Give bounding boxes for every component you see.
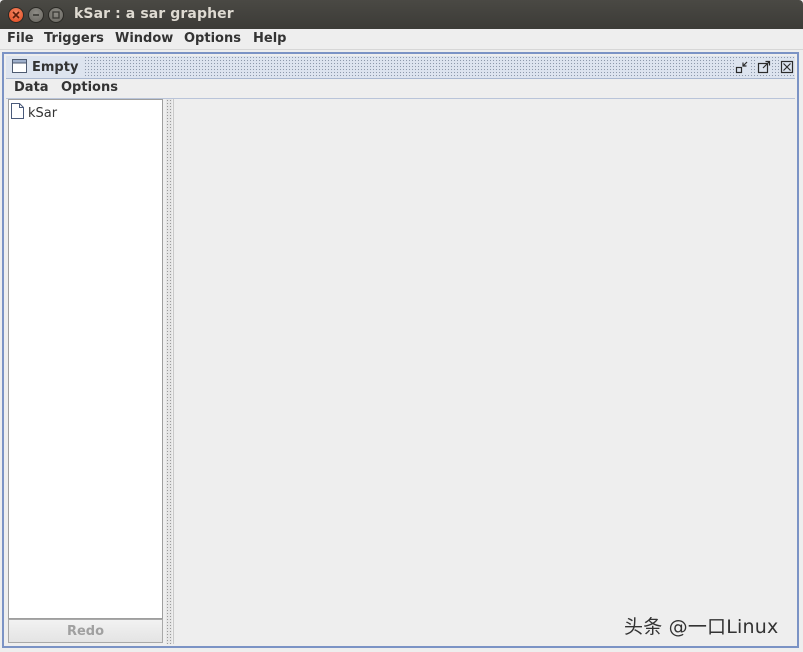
menubar: File Triggers Window Options Help bbox=[0, 29, 803, 50]
internal-frame-menubar: Data Options bbox=[6, 79, 795, 99]
close-icon[interactable] bbox=[8, 7, 24, 23]
window-icon bbox=[12, 58, 27, 77]
redo-button[interactable]: Redo bbox=[8, 619, 163, 643]
window-title: kSar : a sar grapher bbox=[74, 6, 234, 22]
graph-content-area bbox=[173, 99, 796, 644]
minimize-icon[interactable] bbox=[28, 7, 44, 23]
tree-node-label: kSar bbox=[28, 105, 58, 121]
menu-window[interactable]: Window bbox=[115, 31, 173, 46]
maximize-icon[interactable] bbox=[48, 7, 64, 23]
split-pane-divider[interactable] bbox=[166, 99, 172, 644]
iconify-icon[interactable] bbox=[734, 59, 750, 75]
watermark-text: 头条 @一口Linux bbox=[624, 616, 779, 638]
file-icon bbox=[11, 103, 24, 123]
tree-node-root[interactable]: kSar bbox=[11, 103, 57, 123]
internal-frame-title: Empty bbox=[32, 59, 79, 75]
menu-data[interactable]: Data bbox=[14, 80, 49, 95]
close-frame-icon[interactable] bbox=[779, 59, 795, 75]
internal-frame: Empty Data Options kSar Redo bbox=[2, 52, 799, 648]
menu-frame-options[interactable]: Options bbox=[61, 80, 118, 95]
menu-options[interactable]: Options bbox=[184, 31, 241, 46]
menu-file[interactable]: File bbox=[7, 31, 34, 46]
internal-frame-titlebar[interactable]: Empty bbox=[6, 56, 795, 79]
tree-panel[interactable]: kSar bbox=[8, 99, 163, 619]
maximize-frame-icon[interactable] bbox=[756, 59, 772, 75]
menu-triggers[interactable]: Triggers bbox=[44, 31, 104, 46]
internal-frame-title-group: Empty bbox=[6, 56, 85, 78]
window-titlebar[interactable]: kSar : a sar grapher bbox=[0, 0, 803, 29]
menu-help[interactable]: Help bbox=[253, 31, 286, 46]
